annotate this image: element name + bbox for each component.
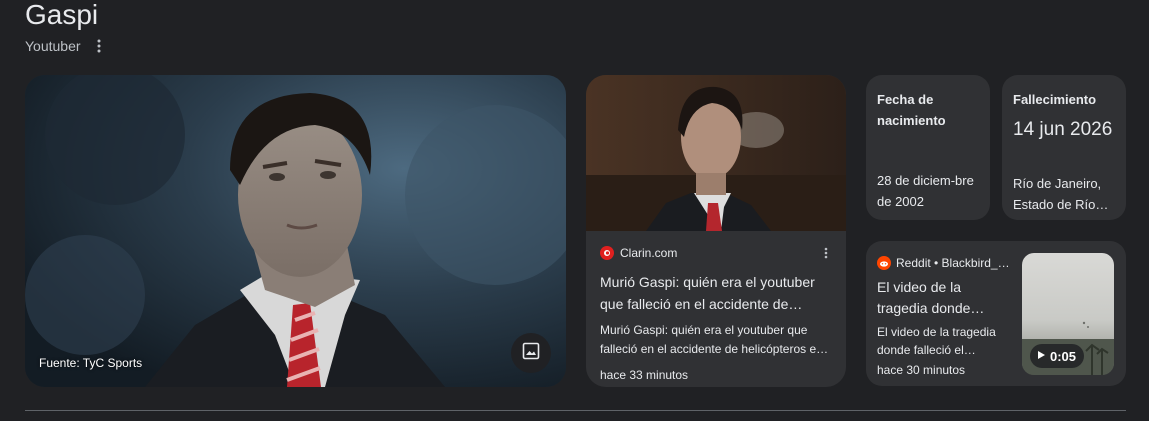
death-card[interactable]: Fallecimiento 14 jun 2026 Río de Janeiro… <box>1002 75 1126 220</box>
video-snippet: El video de la tragedia donde falleció e… <box>877 325 996 357</box>
video-result-card[interactable]: Reddit • Blackbird_… El video de la trag… <box>866 241 1126 386</box>
reddit-favicon-icon <box>877 256 891 270</box>
entity-title: Gaspi <box>25 0 99 30</box>
death-date-value: 14 jun 2026 <box>1013 119 1113 140</box>
play-duration-badge[interactable]: 0:05 <box>1030 344 1085 368</box>
section-divider <box>25 410 1126 411</box>
article-timestamp: hace 33 minutos <box>600 368 689 382</box>
entity-subtitle: Youtuber <box>25 38 81 54</box>
main-image-card[interactable]: Fuente: TyC Sports <box>25 75 566 387</box>
birth-date-label: Fecha de nacimiento <box>877 92 946 128</box>
death-label: Fallecimiento <box>1013 92 1097 107</box>
video-title-link[interactable]: El video de la tragedia donde… <box>877 277 1015 319</box>
article-source-name: Clarin.com <box>620 246 678 260</box>
portrait-photo <box>25 75 566 387</box>
clarin-favicon-icon <box>600 246 614 260</box>
article-title-link[interactable]: Murió Gaspi: quién era el youtuber que f… <box>600 271 832 315</box>
knowledge-panel: Gaspi Youtuber Fuente: TyC Sports Clarin… <box>0 0 1149 421</box>
image-source-label: Fuente: TyC Sports <box>39 356 143 370</box>
article-thumbnail <box>586 75 846 231</box>
subtitle-row: Youtuber <box>25 37 107 55</box>
view-images-button[interactable] <box>511 333 551 373</box>
video-duration: 0:05 <box>1050 348 1077 364</box>
birth-date-card[interactable]: Fecha de nacimiento 28 de diciem-bre de … <box>866 75 990 220</box>
article-source-row: Clarin.com <box>600 245 832 261</box>
article-body: Clarin.com Murió Gaspi: quién era el you… <box>600 245 832 382</box>
image-icon <box>522 342 540 365</box>
video-thumbnail[interactable]: 0:05 <box>1022 253 1114 375</box>
death-place-value: Río de Janeiro, Estado de Río… <box>1013 176 1109 212</box>
video-text: Reddit • Blackbird_… El video de la trag… <box>877 255 1015 377</box>
news-article-card[interactable]: Clarin.com Murió Gaspi: quién era el you… <box>586 75 846 387</box>
more-options-icon[interactable] <box>91 38 107 54</box>
article-snippet: Murió Gaspi: quién era el youtuber que f… <box>600 323 829 356</box>
video-source-name: Reddit • Blackbird_… <box>896 256 1010 270</box>
video-timestamp: hace 30 minutos <box>877 363 966 377</box>
video-source-row: Reddit • Blackbird_… <box>877 255 1015 271</box>
play-icon <box>1036 347 1046 365</box>
birth-date-value: 28 de diciem-bre de 2002 <box>877 173 974 209</box>
article-more-options-icon[interactable] <box>820 245 832 261</box>
